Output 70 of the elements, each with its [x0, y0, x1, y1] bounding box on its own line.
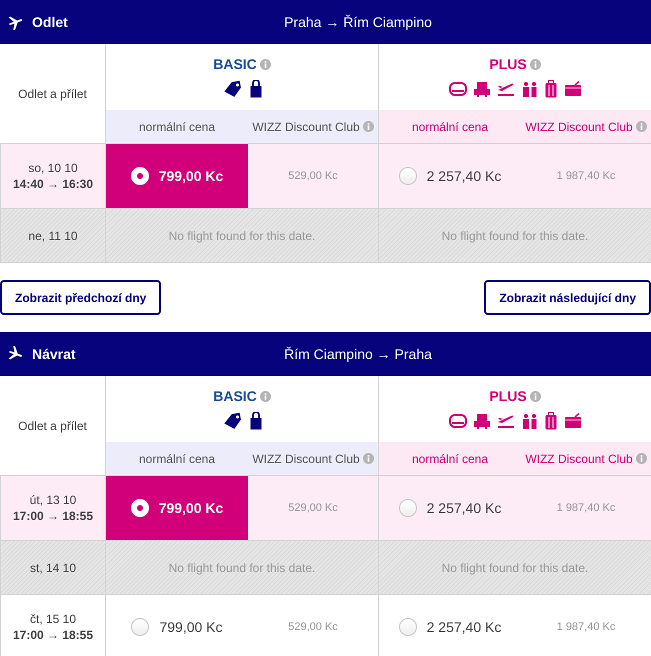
fare-title: BASIC: [213, 56, 257, 72]
price-column-label: WIZZ Discount Club: [525, 452, 633, 466]
show-days-button[interactable]: Zobrazit následující dny: [484, 280, 651, 315]
fare-option[interactable]: 2 257,40 Kc: [379, 595, 521, 656]
route-text: Řím Ciampino → Praha: [283, 346, 433, 362]
plane-icon: [496, 81, 514, 97]
fare-option[interactable]: 799,00 Kc: [106, 144, 248, 208]
flight-date: st, 14 10: [30, 560, 76, 574]
flight-date: so, 10 10: [28, 161, 78, 175]
tag-icon: [222, 412, 242, 430]
armchair-icon: [474, 413, 490, 429]
club-price: 1 987,40 Kc: [556, 170, 616, 182]
suitcase-icon: [544, 412, 556, 430]
flight-date: ne, 11 10: [28, 228, 78, 242]
info-icon: [636, 121, 647, 132]
plane-icon: [8, 14, 24, 30]
club-price: 529,00 Kc: [288, 621, 338, 633]
show-days-button[interactable]: Zobrazit předchozí dny: [0, 280, 162, 315]
info-icon: [362, 453, 374, 464]
info-icon: [362, 121, 374, 132]
fare-option[interactable]: 2 257,40 Kc: [379, 144, 521, 208]
price-column-label: WIZZ Discount Club: [252, 120, 360, 134]
club-price: 529,00 Kc: [288, 502, 338, 514]
no-flight-message: No flight found for this date.: [442, 560, 588, 574]
price-column-label: normální cena: [412, 452, 488, 466]
people-icon: [522, 81, 538, 97]
seat-icon: [448, 81, 466, 97]
seat-icon: [448, 413, 466, 429]
bag-icon: [250, 80, 262, 98]
flight-times: 17:00 → 18:55: [12, 509, 94, 523]
column-label: Odlet a přílet: [18, 86, 87, 100]
route-text: Praha → Řím Ciampino: [283, 14, 433, 30]
price-column-label: WIZZ Discount Club: [525, 120, 633, 134]
club-price: 1 987,40 Kc: [556, 502, 616, 514]
no-flight-message: No flight found for this date.: [168, 560, 316, 574]
info-icon: [260, 390, 271, 402]
suitcase-icon: [544, 80, 556, 98]
fare-option[interactable]: 799,00 Kc: [106, 595, 248, 656]
price-column-label: WIZZ Discount Club: [252, 452, 360, 466]
price-column-label: normální cena: [138, 452, 216, 466]
fare-option[interactable]: 2 257,40 Kc: [379, 476, 521, 540]
bag-icon: [564, 413, 582, 429]
no-flight-message: No flight found for this date.: [168, 228, 316, 242]
section-title: Odlet: [32, 14, 68, 30]
fare-title: PLUS: [489, 56, 527, 72]
fare-title: BASIC: [213, 388, 257, 404]
info-icon: [530, 58, 541, 70]
bag-icon: [250, 412, 262, 430]
info-icon: [260, 58, 271, 70]
flight-date: út, 13 10: [30, 493, 76, 507]
plane-icon: [8, 346, 24, 362]
club-price: 1 987,40 Kc: [556, 621, 616, 633]
armchair-icon: [474, 81, 490, 97]
tag-icon: [222, 80, 242, 98]
price-column-label: normální cena: [412, 120, 488, 134]
people-icon: [522, 413, 538, 429]
fare-title: PLUS: [489, 388, 527, 404]
info-icon: [636, 453, 647, 464]
plane-icon: [496, 413, 514, 429]
section-title: Návrat: [32, 346, 76, 362]
no-flight-message: No flight found for this date.: [442, 228, 588, 242]
bag-icon: [564, 81, 582, 97]
flight-times: 14:40 → 16:30: [12, 177, 94, 191]
flight-date: čt, 15 10: [30, 612, 76, 626]
club-price: 529,00 Kc: [288, 170, 338, 182]
info-icon: [530, 390, 541, 402]
column-label: Odlet a přílet: [18, 418, 87, 432]
fare-option[interactable]: 799,00 Kc: [106, 476, 248, 540]
flight-times: 17:00 → 18:55: [12, 628, 94, 642]
price-column-label: normální cena: [138, 120, 216, 134]
